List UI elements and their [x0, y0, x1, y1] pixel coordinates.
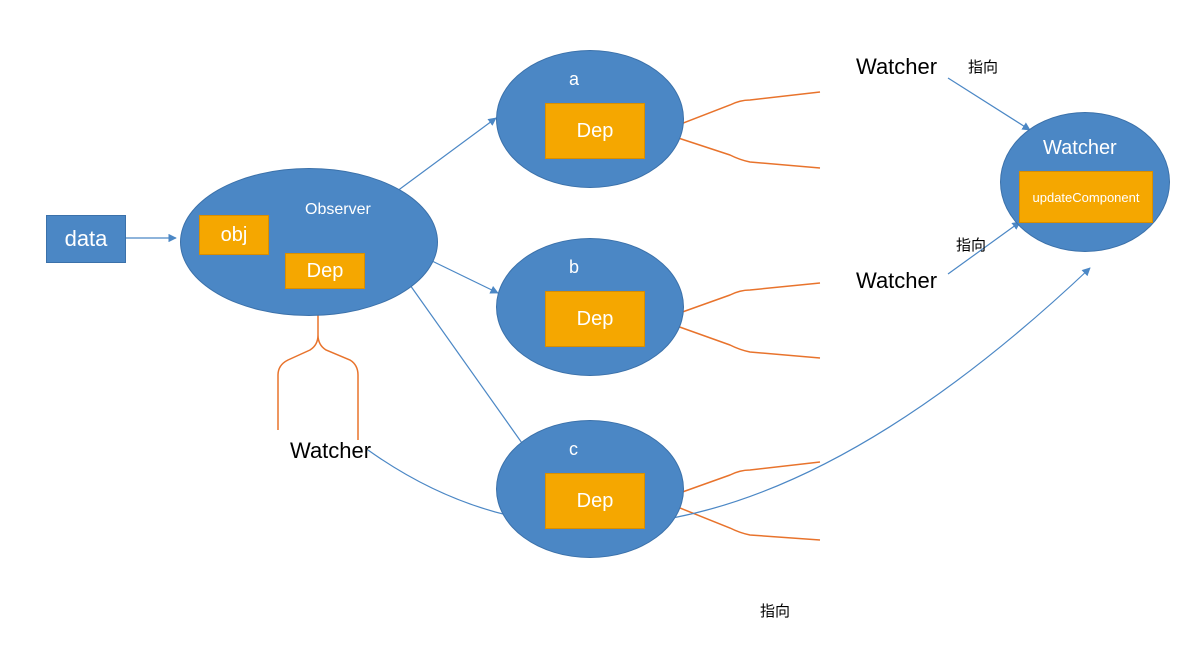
prop-c-dep-label: Dep — [577, 490, 614, 513]
arrow-label-top: 指向 — [968, 56, 998, 77]
prop-c-node: c Dep — [496, 420, 684, 558]
arrow-watcher-bottom-to-node — [368, 268, 1090, 526]
watcher-node: Watcher updateComponent — [1000, 112, 1170, 252]
observer-node: Observer obj Dep — [180, 168, 438, 316]
data-box: data — [46, 215, 126, 263]
prop-a-dep-box: Dep — [545, 103, 645, 159]
prop-a-dep-label: Dep — [577, 120, 614, 143]
observer-dep-label: Dep — [307, 260, 344, 283]
arrow-observer-to-b — [430, 260, 498, 293]
watcher-node-inner-box: updateComponent — [1019, 171, 1153, 223]
observer-title: Observer — [305, 201, 371, 219]
arrow-label-mid: 指向 — [956, 234, 986, 255]
prop-b-dep-label: Dep — [577, 308, 614, 331]
arrow-watcher-top-to-node — [948, 78, 1030, 130]
observer-obj-label: obj — [221, 224, 248, 247]
bracket-b-dep — [660, 283, 820, 358]
watcher-label-top-right: Watcher — [856, 54, 937, 80]
bracket-c-dep — [660, 462, 820, 540]
watcher-label-below-observer: Watcher — [290, 438, 371, 464]
prop-b-name: b — [569, 257, 579, 278]
observer-dep-box: Dep — [285, 253, 365, 289]
prop-c-name: c — [569, 439, 578, 460]
watcher-node-title: Watcher — [1043, 137, 1117, 160]
prop-c-dep-box: Dep — [545, 473, 645, 529]
prop-b-node: b Dep — [496, 238, 684, 376]
bracket-a-dep — [660, 92, 820, 168]
arrow-observer-to-a — [385, 118, 496, 200]
prop-b-dep-box: Dep — [545, 291, 645, 347]
watcher-label-mid-right: Watcher — [856, 268, 937, 294]
arrow-label-bottom: 指向 — [760, 600, 790, 621]
watcher-node-inner-label: updateComponent — [1033, 190, 1140, 205]
observer-obj-box: obj — [199, 215, 269, 255]
prop-a-name: a — [569, 69, 579, 90]
prop-a-node: a Dep — [496, 50, 684, 188]
data-box-label: data — [65, 226, 108, 252]
